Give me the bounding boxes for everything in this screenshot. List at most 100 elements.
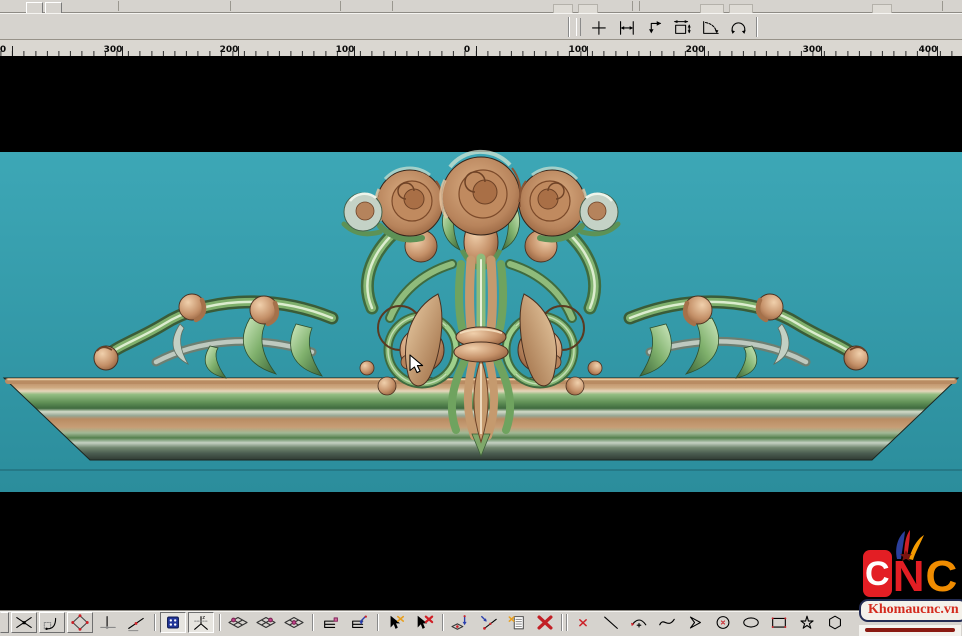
measure-bbox-button[interactable] xyxy=(668,16,696,38)
plane-xz-icon xyxy=(255,613,277,632)
viewport-canvas[interactable] xyxy=(0,56,962,610)
line-tool-button[interactable] xyxy=(598,612,624,633)
grid-toggle-icon xyxy=(162,613,184,632)
curve-tool-button[interactable] xyxy=(654,612,680,633)
object-list-icon xyxy=(506,613,528,632)
clipped-icon xyxy=(729,4,753,13)
measure-angle-icon xyxy=(699,18,721,37)
layer-assign-icon xyxy=(320,613,342,632)
toolbar-separator xyxy=(566,614,567,631)
rectangle-tool-button[interactable] xyxy=(766,612,792,633)
perpendicular-snap-icon xyxy=(97,613,119,632)
ruler-major-tick xyxy=(704,46,705,56)
intersection-snap-button[interactable] xyxy=(11,612,37,633)
measure-point-icon xyxy=(587,18,609,37)
rectangle-tool-icon xyxy=(768,613,790,632)
arc-tool-button[interactable] xyxy=(626,612,652,633)
measure-arc-button[interactable] xyxy=(724,16,752,38)
quadrant-snap-button[interactable] xyxy=(67,612,93,633)
point-tool-button[interactable] xyxy=(570,612,596,633)
clipped-toolbar-strip xyxy=(0,0,962,13)
measure-path-button[interactable] xyxy=(640,16,668,38)
plane-xz-button[interactable] xyxy=(253,612,279,633)
tangent-arc-snap-icon xyxy=(41,613,63,632)
ruler-label: 100 xyxy=(336,45,355,55)
clipped-button-button[interactable] xyxy=(0,612,9,633)
ruler-major-tick xyxy=(476,46,477,56)
node-edit-button[interactable] xyxy=(476,612,502,633)
ellipse-tool-icon xyxy=(740,613,762,632)
clipped-icon xyxy=(872,4,892,13)
delete-select-cursor-button[interactable] xyxy=(411,612,437,633)
logo-underline-area xyxy=(859,625,961,636)
delete-button[interactable] xyxy=(532,612,558,633)
ruler-label: 200 xyxy=(686,45,705,55)
toolbar-separator xyxy=(377,614,378,631)
toolbar-separator xyxy=(632,1,633,11)
quadrant-snap-icon xyxy=(69,613,91,632)
node-edit-icon xyxy=(478,613,500,632)
curve-tool-icon xyxy=(656,613,678,632)
object-list-button[interactable] xyxy=(504,612,530,633)
toolbar-separator xyxy=(442,614,443,631)
ruler-major-tick xyxy=(12,46,13,56)
ruler-major-tick xyxy=(354,46,355,56)
bottom-toolbar: z xyxy=(0,610,962,633)
ruler-label: 0 xyxy=(464,45,470,55)
circle-tool-button[interactable] xyxy=(710,612,736,633)
clipped-icon xyxy=(700,4,724,13)
clipped-icon xyxy=(578,4,598,13)
circle-tool-icon xyxy=(712,613,734,632)
grid-toggle-button[interactable] xyxy=(160,612,186,633)
perpendicular-snap-button[interactable] xyxy=(95,612,121,633)
jdpaint-window: 03002001000100200300400 xyxy=(0,0,962,633)
plane-xy-button[interactable] xyxy=(225,612,251,633)
ruler-label: 300 xyxy=(104,45,123,55)
ruler-major-tick xyxy=(238,46,239,56)
clipped-button-icon xyxy=(1,613,8,632)
polygon-tool-icon xyxy=(684,613,706,632)
layer-assign-button[interactable] xyxy=(318,612,344,633)
logo-letter-c1: C xyxy=(863,550,892,597)
plane-project-button[interactable] xyxy=(448,612,474,633)
select-intersect-cursor-icon xyxy=(385,613,407,632)
plane-yz-icon xyxy=(283,613,305,632)
plane-xy-icon xyxy=(227,613,249,632)
toolbar-separator xyxy=(118,1,119,11)
toolbar-separator xyxy=(312,614,313,631)
polygon-tool-button[interactable] xyxy=(682,612,708,633)
select-intersect-cursor-button[interactable] xyxy=(383,612,409,633)
ngon-tool-button[interactable] xyxy=(822,612,848,633)
measure-distance-button[interactable] xyxy=(612,16,640,38)
toolbar-separator xyxy=(561,614,562,631)
tangent-arc-snap-button[interactable] xyxy=(39,612,65,633)
logo-feathers-icon xyxy=(891,529,925,561)
watermark-logo: C N C Khomaucnc.vn xyxy=(859,537,961,636)
measure-angle-button[interactable] xyxy=(696,16,724,38)
axes-toggle-button[interactable]: z xyxy=(188,612,214,633)
ruler-major-tick xyxy=(122,46,123,56)
layer-pick-button[interactable] xyxy=(346,612,372,633)
measure-arc-icon xyxy=(727,18,749,37)
layer-pick-icon xyxy=(348,613,370,632)
toolbar-grip[interactable] xyxy=(576,18,581,36)
measure-distance-icon xyxy=(615,18,637,37)
toolbar-separator xyxy=(568,17,569,37)
tangent-snap-button[interactable] xyxy=(123,612,149,633)
measure-toolbar xyxy=(568,15,757,39)
clipped-icon xyxy=(553,4,573,13)
ruler-label: 200 xyxy=(220,45,239,55)
toolbar-separator xyxy=(639,1,640,11)
logo-letter-n: N xyxy=(893,557,925,597)
ruler-major-tick xyxy=(587,46,588,56)
toolbar-separator xyxy=(942,1,943,11)
measure-bbox-icon xyxy=(671,18,693,37)
toolbar-separator xyxy=(154,614,155,631)
plane-yz-button[interactable] xyxy=(281,612,307,633)
logo-letter-c2: C xyxy=(926,557,958,597)
axes-toggle-icon: z xyxy=(190,613,212,632)
measure-point-button[interactable] xyxy=(584,16,612,38)
svg-text:z: z xyxy=(202,614,205,620)
ellipse-tool-button[interactable] xyxy=(738,612,764,633)
star-tool-button[interactable] xyxy=(794,612,820,633)
